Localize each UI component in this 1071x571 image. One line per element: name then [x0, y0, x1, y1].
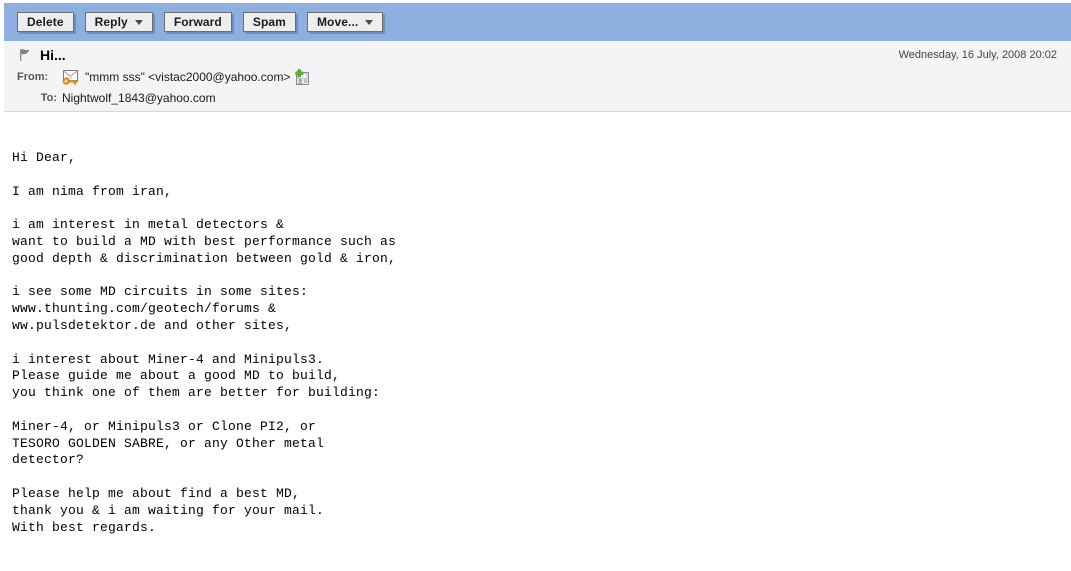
to-row: To: Nightwolf_1843@yahoo.com — [17, 88, 216, 108]
chevron-down-icon — [134, 19, 143, 25]
message-body-text: Hi Dear, I am nima from iran, i am inter… — [12, 150, 397, 535]
forward-button[interactable]: Forward — [163, 12, 232, 32]
from-value[interactable]: "mmm sss" <vistac2000@yahoo.com> — [85, 70, 290, 84]
to-value[interactable]: Nightwolf_1843@yahoo.com — [62, 91, 216, 105]
spam-button-label: Spam — [252, 15, 286, 29]
flag-icon[interactable] — [17, 48, 31, 62]
message-date: Wednesday, 16 July, 2008 20:02 — [898, 49, 1057, 61]
subject-text: Hi... — [40, 47, 66, 63]
message-toolbar: Delete Reply Forward Spam Move... — [4, 3, 1071, 41]
from-row: From: "mmm sss" <vistac2000@yahoo.com> — [17, 67, 310, 87]
to-label: To: — [40, 92, 57, 104]
reply-button-label: Reply — [94, 15, 128, 29]
reply-button[interactable]: Reply — [84, 12, 153, 32]
mail-message-view: Delete Reply Forward Spam Move... Hi... … — [0, 0, 1071, 571]
message-body: Hi Dear, I am nima from iran, i am inter… — [4, 113, 1071, 571]
delete-button-label: Delete — [27, 15, 64, 29]
move-button[interactable]: Move... — [306, 12, 384, 32]
add-contact-icon[interactable] — [293, 69, 310, 85]
from-label: From: — [17, 71, 49, 83]
delete-button[interactable]: Delete — [17, 12, 74, 32]
envelope-key-icon — [62, 69, 78, 85]
message-header: Hi... Wednesday, 16 July, 2008 20:02 Fro… — [4, 41, 1071, 112]
move-button-label: Move... — [316, 15, 359, 29]
forward-button-label: Forward — [173, 15, 222, 29]
subject-row: Hi... Wednesday, 16 July, 2008 20:02 — [17, 46, 1061, 66]
chevron-down-icon — [365, 19, 374, 25]
spam-button[interactable]: Spam — [242, 12, 296, 32]
